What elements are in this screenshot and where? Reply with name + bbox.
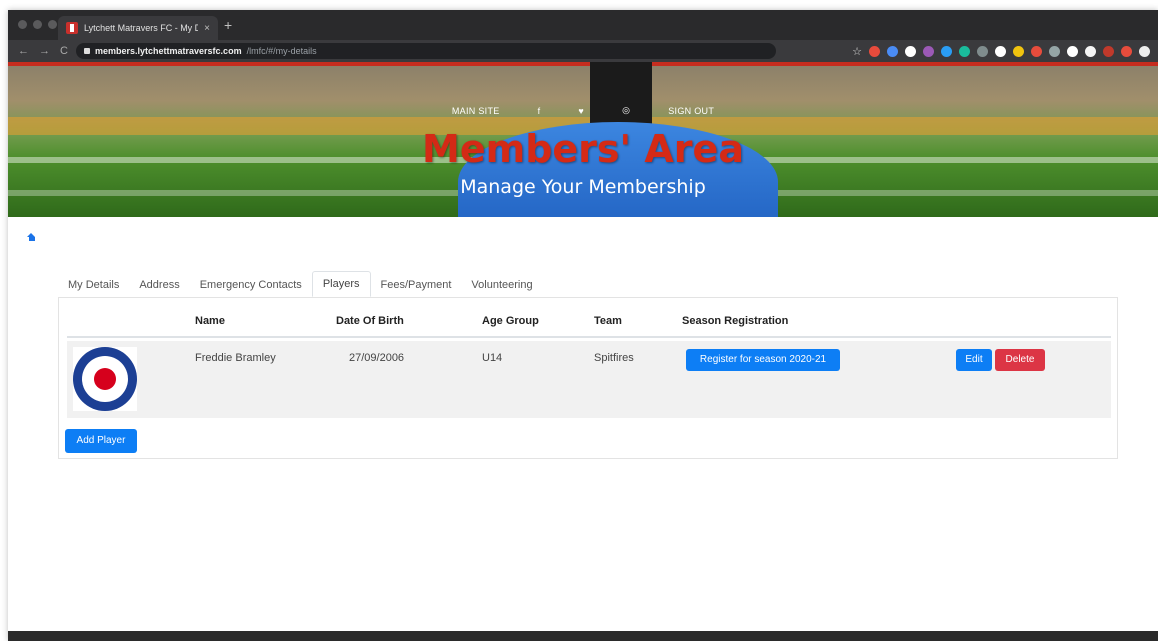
maximize-window-button[interactable] [48,20,57,29]
player-dob: 27/09/2006 [349,352,405,364]
tab-close-icon[interactable]: × [204,23,210,34]
minimize-window-button[interactable] [33,20,42,29]
table-row: Freddie Bramley 27/09/2006 U14 Spitfires… [67,341,1111,418]
facebook-icon[interactable]: f [538,106,541,116]
extensions-toolbar: ☆ [852,45,1150,58]
tab-my-details[interactable]: My Details [58,273,129,297]
bookmark-star-icon[interactable]: ☆ [852,45,862,58]
lock-icon [84,48,90,54]
browser-extension-icon[interactable] [905,46,916,57]
browser-window: Lytchett Matravers FC - My De × + ← → C … [8,10,1158,641]
hero-nav: MAIN SITE f ♥ ◎ SIGN OUT [8,105,1158,116]
tab-title: Lytchett Matravers FC - My De [84,23,199,33]
twitter-icon[interactable]: ♥ [578,106,584,116]
header-age-group: Age Group [482,315,539,327]
browser-extension-icon[interactable] [959,46,970,57]
edit-player-button[interactable]: Edit [956,349,992,371]
url-path: /lmfc/#/my-details [246,46,317,56]
browser-extension-icon[interactable] [1085,46,1096,57]
url-host: members.lytchettmatraversfc.com [95,46,242,56]
browser-extension-icon[interactable] [1067,46,1078,57]
tab-volunteering[interactable]: Volunteering [461,273,542,297]
header-team: Team [594,315,622,327]
instagram-icon[interactable]: ◎ [622,105,630,116]
header-name: Name [195,315,225,327]
browser-extension-icon[interactable] [923,46,934,57]
page: Lytchett Matravers FC - My De × + ← → C … [0,0,1158,641]
page-subtitle: Manage Your Membership [460,176,706,198]
forward-icon[interactable]: → [39,45,50,57]
url-field[interactable]: members.lytchettmatraversfc.com/lmfc/#/m… [76,43,776,59]
player-team: Spitfires [594,352,634,364]
page-footer [8,631,1158,641]
member-tabs: My Details Address Emergency Contacts Pl… [58,271,543,297]
add-player-button[interactable]: Add Player [65,429,137,453]
browser-extension-icon[interactable] [1049,46,1060,57]
roundel-icon [73,347,137,411]
player-age-group: U14 [482,352,503,364]
sign-out-link[interactable]: SIGN OUT [668,106,714,116]
browser-tab[interactable]: Lytchett Matravers FC - My De × [58,16,218,40]
address-bar: ← → C members.lytchettmatraversfc.com/lm… [8,40,1158,62]
browser-extension-icon[interactable] [869,46,880,57]
table-header: Name Date Of Birth Age Group Team Season… [67,308,1111,338]
player-avatar [73,347,137,411]
club-favicon-icon [66,22,78,34]
register-season-button[interactable]: Register for season 2020-21 [686,349,840,371]
browser-extension-icon[interactable] [1139,46,1150,57]
new-tab-button[interactable]: + [224,17,232,33]
players-panel: Name Date Of Birth Age Group Team Season… [58,297,1118,459]
window-controls [18,20,57,29]
header-season-registration: Season Registration [682,315,789,327]
close-window-button[interactable] [18,20,27,29]
tab-players[interactable]: Players [311,271,371,297]
browser-extension-icon[interactable] [977,46,988,57]
tab-emergency-contacts[interactable]: Emergency Contacts [190,273,312,297]
browser-tab-bar: Lytchett Matravers FC - My De × + [8,10,1158,40]
player-name: Freddie Bramley [195,352,276,364]
browser-extension-icon[interactable] [941,46,952,57]
main-site-link[interactable]: MAIN SITE [452,106,500,116]
tab-fees-payment[interactable]: Fees/Payment [371,273,462,297]
browser-extension-icon[interactable] [995,46,1006,57]
browser-extension-icon[interactable] [1031,46,1042,57]
browser-extension-icon[interactable] [1103,46,1114,57]
reload-icon[interactable]: C [60,45,68,57]
browser-extension-icon[interactable] [1013,46,1024,57]
home-icon[interactable] [27,233,36,242]
page-title: Members' Area [422,127,744,171]
browser-extension-icon[interactable] [887,46,898,57]
browser-extension-icon[interactable] [1121,46,1132,57]
back-icon[interactable]: ← [18,45,29,57]
tab-address[interactable]: Address [129,273,189,297]
hero-banner: MAIN SITE f ♥ ◎ SIGN OUT Members' Area M… [8,62,1158,217]
header-date-of-birth: Date Of Birth [336,315,404,327]
delete-player-button[interactable]: Delete [995,349,1045,371]
